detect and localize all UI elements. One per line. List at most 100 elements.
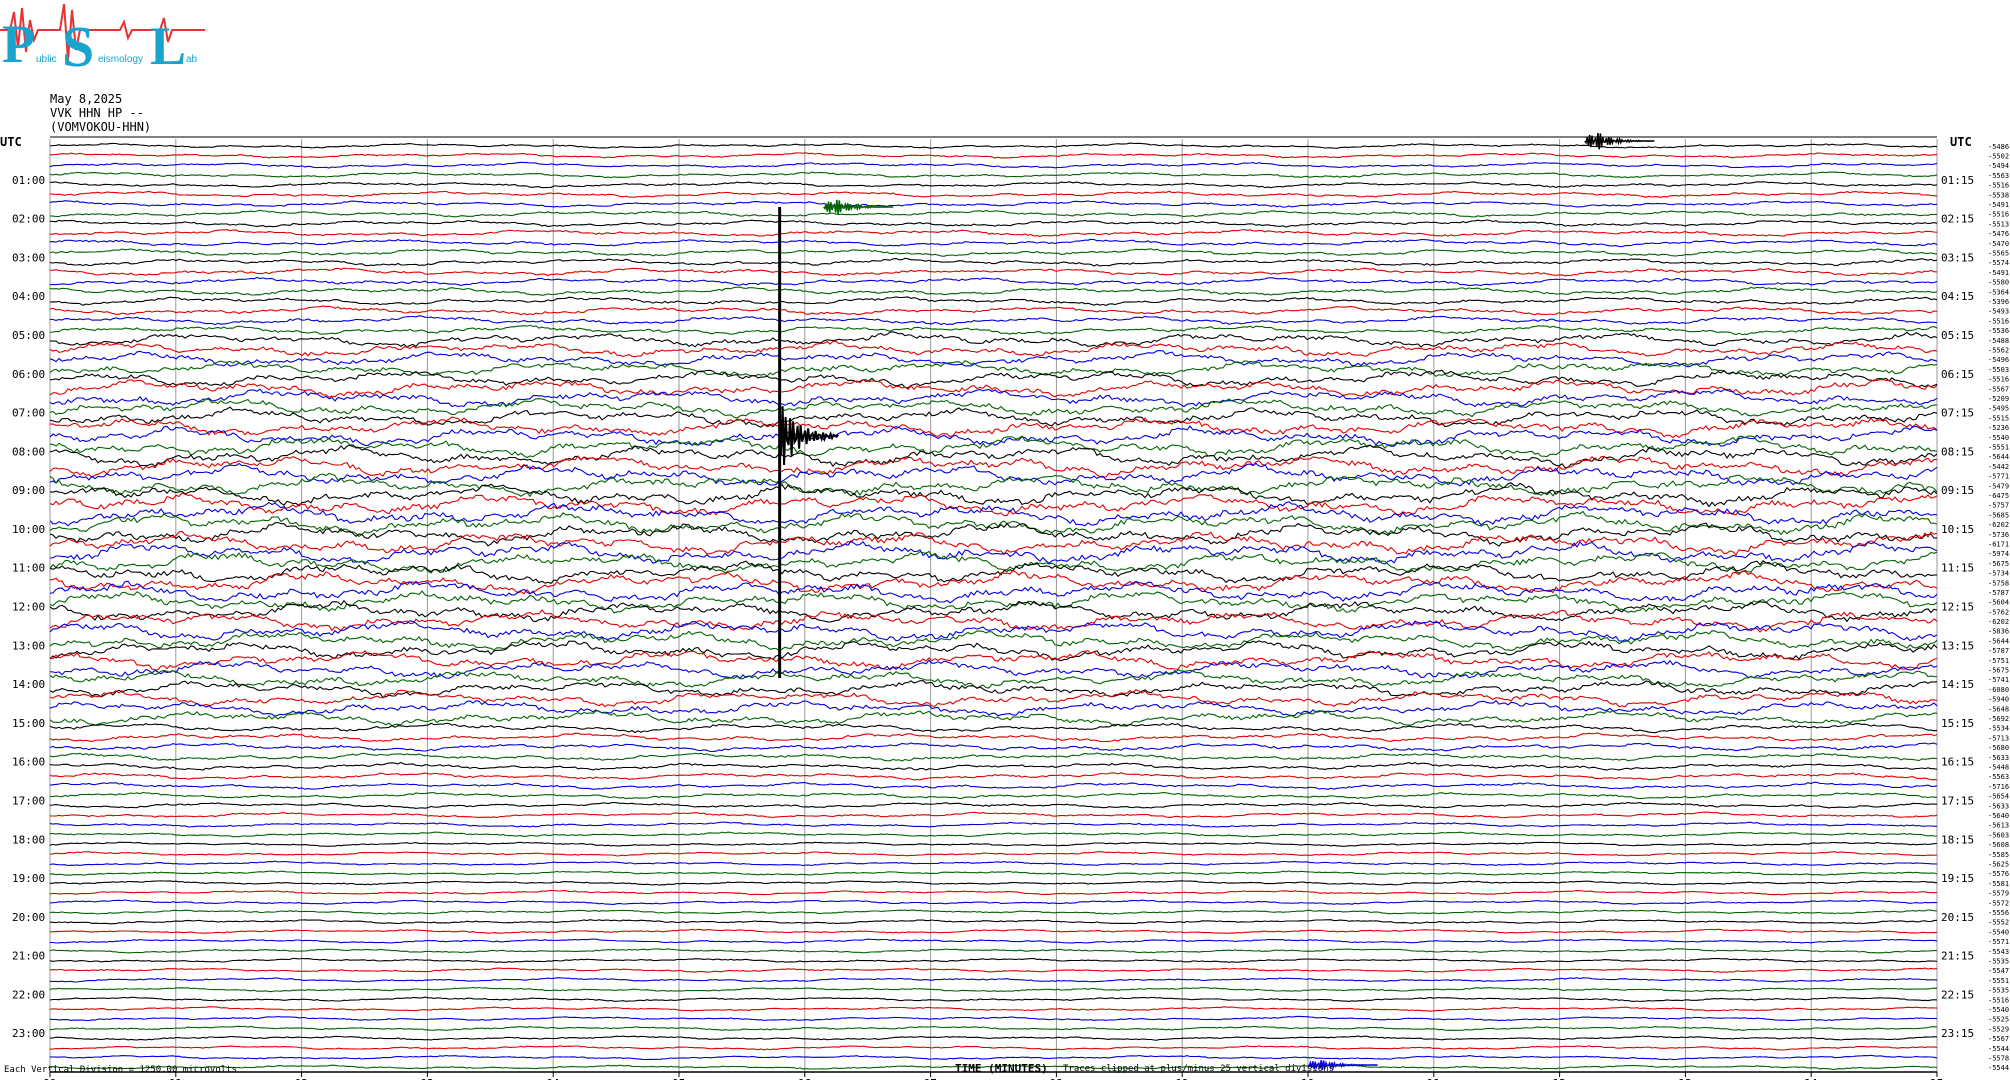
- right-time-label: 10:15: [1941, 523, 1974, 536]
- x-axis-title: TIME (MINUTES): [955, 1062, 1048, 1075]
- trace-offset-value: -5486: [1988, 143, 2009, 151]
- seismic-trace: [49, 742, 1938, 753]
- seismic-trace: [49, 609, 1938, 633]
- trace-offset-value: -5543: [1988, 948, 2009, 956]
- trace-offset-value: -6202: [1988, 521, 2009, 529]
- trace-offset-value: -5579: [1988, 890, 2009, 898]
- seismic-trace: [49, 1054, 1938, 1061]
- footer-division-note: Each Vertical Division = 1250.00 microvo…: [4, 1065, 237, 1075]
- seismic-trace: [49, 200, 1938, 208]
- trace-offset-value: -5516: [1988, 182, 2009, 190]
- seismic-trace: [49, 406, 1938, 428]
- trace-offset-value: -5494: [1988, 162, 2009, 170]
- left-time-label: 02:00: [12, 213, 45, 226]
- right-time-label: 11:15: [1941, 562, 1974, 575]
- seismic-trace: [49, 152, 1938, 159]
- right-time-label: 06:15: [1941, 368, 1974, 381]
- trace-offset-value: -5565: [1988, 250, 2009, 258]
- seismic-trace: [49, 501, 1938, 527]
- seismic-trace: [49, 1015, 1938, 1022]
- seismic-trace: [49, 305, 1938, 316]
- trace-offset-value: -5396: [1988, 298, 2009, 306]
- trace-offset-value: -5613: [1988, 822, 2009, 830]
- right-axis-title: UTC: [1950, 135, 1972, 149]
- trace-offset-value: -5576: [1988, 870, 2009, 878]
- seismic-trace: [49, 870, 1938, 876]
- trace-offset-value: -5608: [1988, 841, 2009, 849]
- left-time-labels: 01:00 02:00 03:00 04:00 05:00 06:00 07:00 08:00…: [12, 174, 45, 1040]
- left-time-label: 22:00: [12, 988, 45, 1001]
- trace-offset-value: -5578: [1988, 1054, 2009, 1062]
- seismic-trace: [49, 530, 1938, 556]
- left-time-label: 20:00: [12, 911, 45, 924]
- right-time-label: 09:15: [1941, 484, 1974, 497]
- trace-offset-value: -5603: [1988, 831, 2009, 839]
- trace-offset-value: -5563: [1988, 773, 2009, 781]
- trace-offset-value: -5364: [1988, 288, 2009, 296]
- trace-offset-value: -5529: [1988, 1025, 2009, 1033]
- trace-offset-value: -5534: [1988, 725, 2009, 733]
- event-burst: [823, 199, 894, 215]
- left-time-label: 06:00: [12, 368, 45, 381]
- left-time-label: 10:00: [12, 523, 45, 536]
- right-time-label: 13:15: [1941, 639, 1974, 652]
- seismic-trace: [49, 190, 1938, 198]
- trace-offset-value: -5525: [1988, 1016, 2009, 1024]
- trace-offset-value: -5516: [1988, 376, 2009, 384]
- trace-offset-value: -5516: [1988, 317, 2009, 325]
- seismic-trace: [49, 209, 1938, 218]
- trace-offset-value: -5680: [1988, 744, 2009, 752]
- trace-offset-value: -5771: [1988, 473, 2009, 481]
- trace-offset-value: -5491: [1988, 269, 2009, 277]
- right-time-label: 05:15: [1941, 329, 1974, 342]
- right-time-label: 20:15: [1941, 911, 1974, 924]
- seismic-trace: [49, 996, 1938, 1003]
- trace-offset-value: -5974: [1988, 550, 2009, 558]
- seismic-trace: [50, 276, 1938, 287]
- trace-offset-value: -5675: [1988, 667, 2009, 675]
- left-time-label: 13:00: [12, 639, 45, 652]
- seismic-trace: [49, 161, 1938, 169]
- trace-offset-value: -5581: [1988, 880, 2009, 888]
- trace-offset-value: -5544: [1988, 1064, 2009, 1072]
- trace-offset-value: -6475: [1988, 492, 2009, 500]
- left-time-label: 16:00: [12, 756, 45, 769]
- trace-offset-value: -5940: [1988, 696, 2009, 704]
- trace-offset-value: -5544: [1988, 1045, 2009, 1053]
- seismic-trace: [49, 267, 1938, 277]
- seismic-trace: [49, 821, 1938, 828]
- trace-offset-value: -5551: [1988, 977, 2009, 985]
- seismic-trace: [49, 801, 1938, 809]
- trace-offset-value: -5633: [1988, 754, 2009, 762]
- right-time-label: 16:15: [1941, 756, 1974, 769]
- left-time-label: 23:00: [12, 1027, 45, 1040]
- seismic-trace: [49, 296, 1938, 306]
- trace-offset-value: -6202: [1988, 618, 2009, 626]
- trace-offset-value: -5644: [1988, 637, 2009, 645]
- seismic-trace: [49, 369, 1938, 389]
- right-time-label: 07:15: [1941, 407, 1974, 420]
- seismic-trace: [49, 286, 1938, 296]
- seismic-trace: [49, 957, 1938, 963]
- right-time-label: 17:15: [1941, 794, 1974, 807]
- seismic-trace: [49, 791, 1938, 800]
- trace-offset-value: -5476: [1988, 230, 2009, 238]
- seismic-trace: [49, 324, 1938, 336]
- seismic-trace: [49, 1035, 1938, 1041]
- helicorder-plot: 01:00 02:00 03:00 04:00 05:00 06:00 07:00 08:00…: [0, 132, 2009, 1080]
- seismic-trace: [49, 219, 1938, 228]
- seismic-trace: [49, 659, 1938, 679]
- left-time-label: 14:00: [12, 678, 45, 691]
- seismic-trace: [49, 238, 1938, 248]
- right-time-label: 14:15: [1941, 678, 1974, 691]
- trace-offset-value: -5552: [1988, 919, 2009, 927]
- seismic-trace: [49, 752, 1938, 762]
- trace-offset-value: -5654: [1988, 793, 2009, 801]
- seismic-trace: [49, 181, 1938, 189]
- trace-offset-value: -6171: [1988, 540, 2009, 548]
- seismic-trace: [49, 977, 1938, 983]
- trace-offset-value: -5580: [1988, 279, 2009, 287]
- left-time-label: 09:00: [12, 484, 45, 497]
- left-time-label: 04:00: [12, 290, 45, 303]
- seismic-trace: [49, 860, 1938, 867]
